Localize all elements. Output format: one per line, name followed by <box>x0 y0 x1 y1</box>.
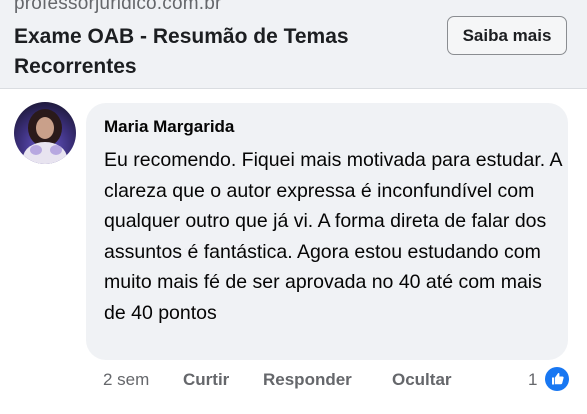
divider <box>0 88 587 89</box>
comment-author[interactable]: Maria Margarida <box>104 117 234 137</box>
like-button[interactable]: Curtir <box>183 370 229 390</box>
like-thumb-icon[interactable] <box>545 367 569 391</box>
link-title[interactable]: Exame OAB - Resumão de Temas Recorrentes <box>14 22 414 82</box>
comment-bubble: Maria Margarida Eu recomendo. Fiquei mai… <box>86 103 568 360</box>
reply-button[interactable]: Responder <box>263 370 352 390</box>
link-domain: professorjuridico.com.br <box>14 0 222 14</box>
comment-text: Eu recomendo. Fiquei mais motivada para … <box>104 149 562 324</box>
saiba-mais-button[interactable]: Saiba mais <box>447 16 567 55</box>
avatar[interactable] <box>14 102 76 164</box>
link-preview-card[interactable]: professorjuridico.com.br Exame OAB - Res… <box>0 0 587 88</box>
comment-timestamp[interactable]: 2 sem <box>103 370 149 390</box>
reaction-count[interactable]: 1 <box>528 370 537 390</box>
hide-button[interactable]: Ocultar <box>392 370 452 390</box>
